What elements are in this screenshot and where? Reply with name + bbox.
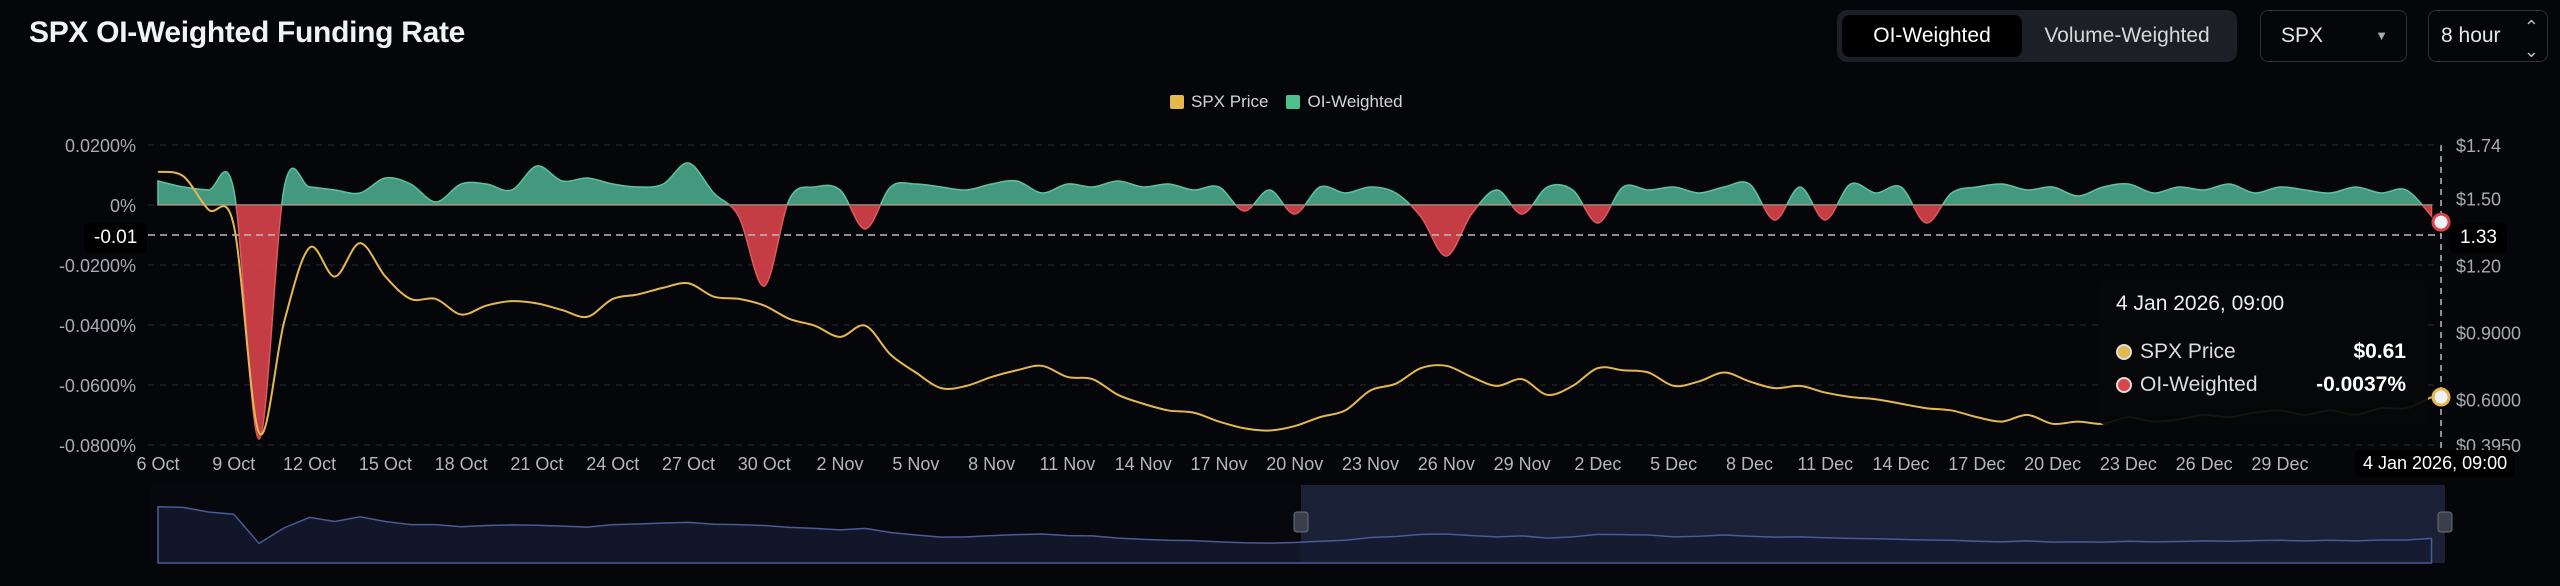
x-tick-label: 6 Oct bbox=[136, 454, 179, 474]
y-right-tick-label: $0.9000 bbox=[2456, 323, 2521, 343]
x-tick-label: 2 Dec bbox=[1574, 454, 1621, 474]
spx-price-hover-marker bbox=[2431, 387, 2451, 407]
x-tick-label: 17 Dec bbox=[1948, 454, 2005, 474]
y-left-tick-label: -0.0800% bbox=[59, 436, 136, 456]
tooltip-value: -0.0037% bbox=[2316, 373, 2406, 396]
x-tick-label: 26 Dec bbox=[2176, 454, 2233, 474]
crosshair-y-left-label: -0.01 bbox=[84, 223, 148, 253]
x-tick-label: 24 Oct bbox=[586, 454, 639, 474]
tooltip-dot-price bbox=[2116, 344, 2132, 360]
x-tick-label: 30 Oct bbox=[738, 454, 791, 474]
tooltip-value: $0.61 bbox=[2353, 340, 2406, 363]
x-tick-label: 14 Nov bbox=[1115, 454, 1172, 474]
x-tick-label: 27 Oct bbox=[662, 454, 715, 474]
x-tick-label: 20 Dec bbox=[2024, 454, 2081, 474]
tooltip-row-oi: OI-Weighted -0.0037% bbox=[2116, 373, 2406, 397]
tooltip-label: SPX Price bbox=[2140, 340, 2236, 363]
y-left-tick-label: 0.0200% bbox=[65, 136, 136, 156]
oi-weighted-hover-marker bbox=[2431, 212, 2451, 232]
x-tick-label: 23 Dec bbox=[2100, 454, 2157, 474]
y-right-tick-label: $1.20 bbox=[2456, 256, 2501, 276]
x-tick-label: 18 Oct bbox=[435, 454, 488, 474]
x-tick-label: 2 Nov bbox=[817, 454, 864, 474]
x-tick-label: 26 Nov bbox=[1418, 454, 1475, 474]
x-tick-label: 12 Oct bbox=[283, 454, 336, 474]
x-tick-label: 14 Dec bbox=[1873, 454, 1930, 474]
tooltip-dot-oi bbox=[2116, 377, 2132, 393]
y-left-tick-label: -0.0200% bbox=[59, 256, 136, 276]
y-right-tick-label: $1.74 bbox=[2456, 136, 2501, 156]
x-tick-label: 8 Nov bbox=[968, 454, 1015, 474]
x-tick-label: 8 Dec bbox=[1726, 454, 1773, 474]
x-tick-label: 9 Oct bbox=[212, 454, 255, 474]
x-tick-label: 21 Oct bbox=[510, 454, 563, 474]
x-tick-label: 11 Dec bbox=[1797, 454, 1853, 474]
y-left-tick-label: -0.0600% bbox=[59, 376, 136, 396]
tooltip-date: 4 Jan 2026, 09:00 bbox=[2116, 292, 2285, 315]
x-tick-label: 17 Nov bbox=[1190, 454, 1247, 474]
crosshair-y-right-label: 1.33 bbox=[2450, 223, 2507, 253]
navigator-handle[interactable] bbox=[1293, 511, 1309, 533]
x-tick-label: 5 Nov bbox=[892, 454, 939, 474]
y-right-tick-label: $1.50 bbox=[2456, 190, 2501, 210]
x-tick-label: 29 Nov bbox=[1494, 454, 1551, 474]
navigator-handle[interactable] bbox=[2437, 511, 2453, 533]
crosshair-x-label: 4 Jan 2026, 09:00 bbox=[2355, 450, 2516, 477]
y-right-tick-label: $0.6000 bbox=[2456, 390, 2521, 410]
oi-weighted-positive-area bbox=[157, 162, 2433, 205]
x-tick-label: 29 Dec bbox=[2251, 454, 2308, 474]
y-left-tick-label: 0% bbox=[110, 196, 136, 216]
x-tick-label: 20 Nov bbox=[1266, 454, 1323, 474]
chart-tooltip: 4 Jan 2026, 09:00 SPX Price $0.61 OI-Wei… bbox=[2098, 280, 2428, 425]
x-tick-label: 23 Nov bbox=[1342, 454, 1399, 474]
tooltip-label: OI-Weighted bbox=[2140, 373, 2258, 396]
x-tick-label: 11 Nov bbox=[1040, 454, 1096, 474]
y-left-tick-label: -0.0400% bbox=[59, 316, 136, 336]
x-tick-label: 15 Oct bbox=[359, 454, 412, 474]
tooltip-row-price: SPX Price $0.61 bbox=[2116, 340, 2406, 364]
x-tick-label: 5 Dec bbox=[1650, 454, 1697, 474]
